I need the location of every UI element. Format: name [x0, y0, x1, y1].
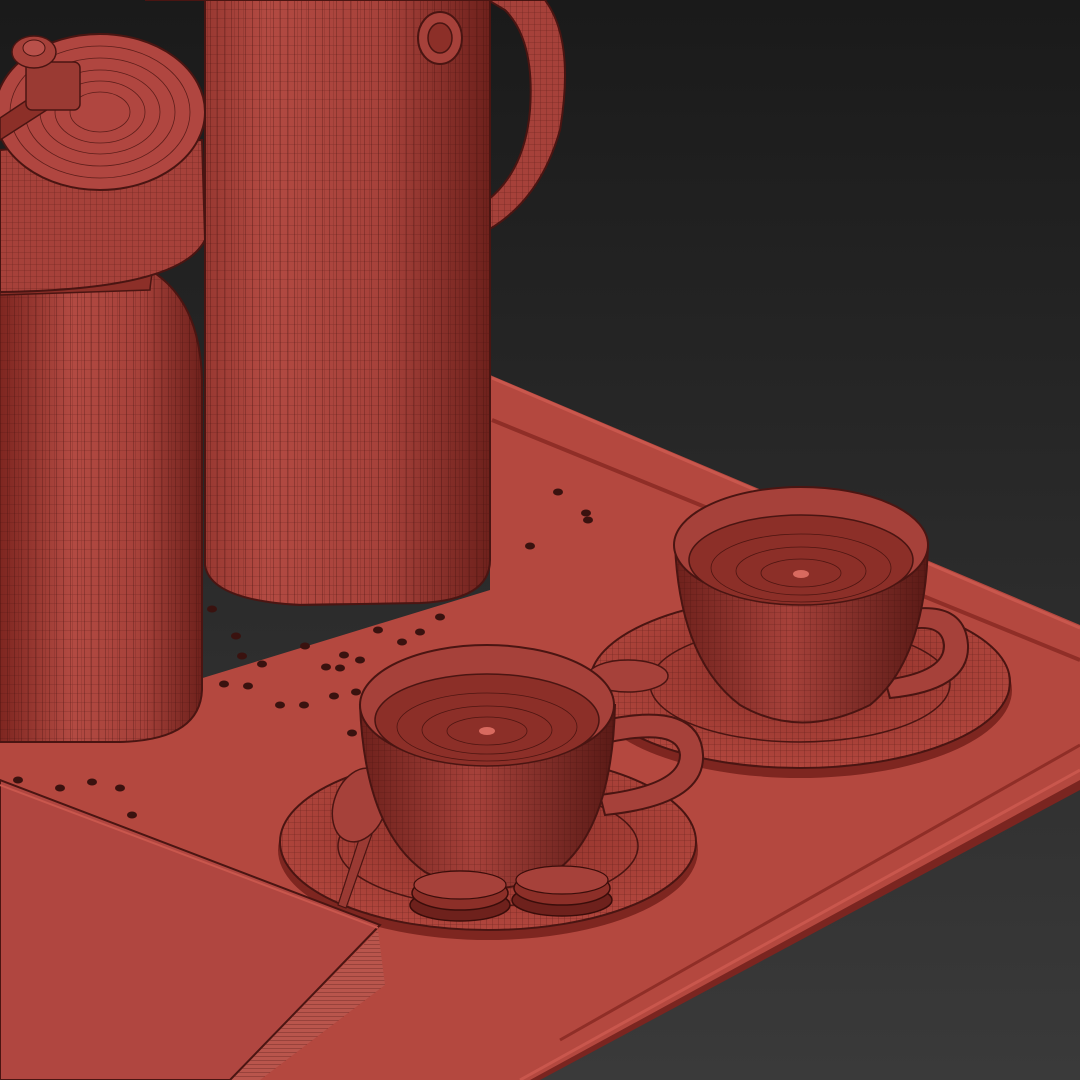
coffee-bean [373, 626, 383, 634]
grinder-knob-stem [25, 61, 81, 111]
coffee-bean [127, 811, 137, 819]
coffee-bean [347, 729, 357, 737]
macaron-right [511, 865, 613, 917]
wireframe-render-scene [0, 0, 1080, 1080]
coffee-bean [321, 663, 331, 671]
coffee-bean [335, 664, 345, 672]
coffee-bean [339, 651, 349, 659]
coffee-bean [13, 776, 23, 784]
coffee-bean [300, 642, 310, 650]
coffee-bean [237, 652, 247, 660]
coffee-bean [87, 778, 97, 786]
coffee-bean [257, 660, 267, 668]
coffee-bean [55, 784, 65, 792]
coffee-bean [351, 688, 361, 696]
macaron-left [409, 870, 511, 922]
coffee-bean [415, 628, 425, 636]
cup-front-coffee [374, 673, 600, 767]
coffee-bean [219, 680, 229, 688]
coffee-bean [581, 509, 591, 517]
coffee-bean [435, 613, 445, 621]
coffee-bean [243, 682, 253, 690]
coffee-bean [115, 784, 125, 792]
coffee-bean [231, 632, 241, 640]
coffee-bean [275, 701, 285, 709]
coffee-bean [207, 605, 217, 613]
coffee-bean [583, 516, 593, 524]
coffee-bean [329, 692, 339, 700]
cup-back-coffee [688, 514, 914, 606]
coffee-bean [525, 542, 535, 550]
grinder-jar [0, 33, 207, 743]
coffee-bean [299, 701, 309, 709]
coffee-bean [397, 638, 407, 646]
coffee-bean [553, 488, 563, 496]
coffee-bean [355, 656, 365, 664]
